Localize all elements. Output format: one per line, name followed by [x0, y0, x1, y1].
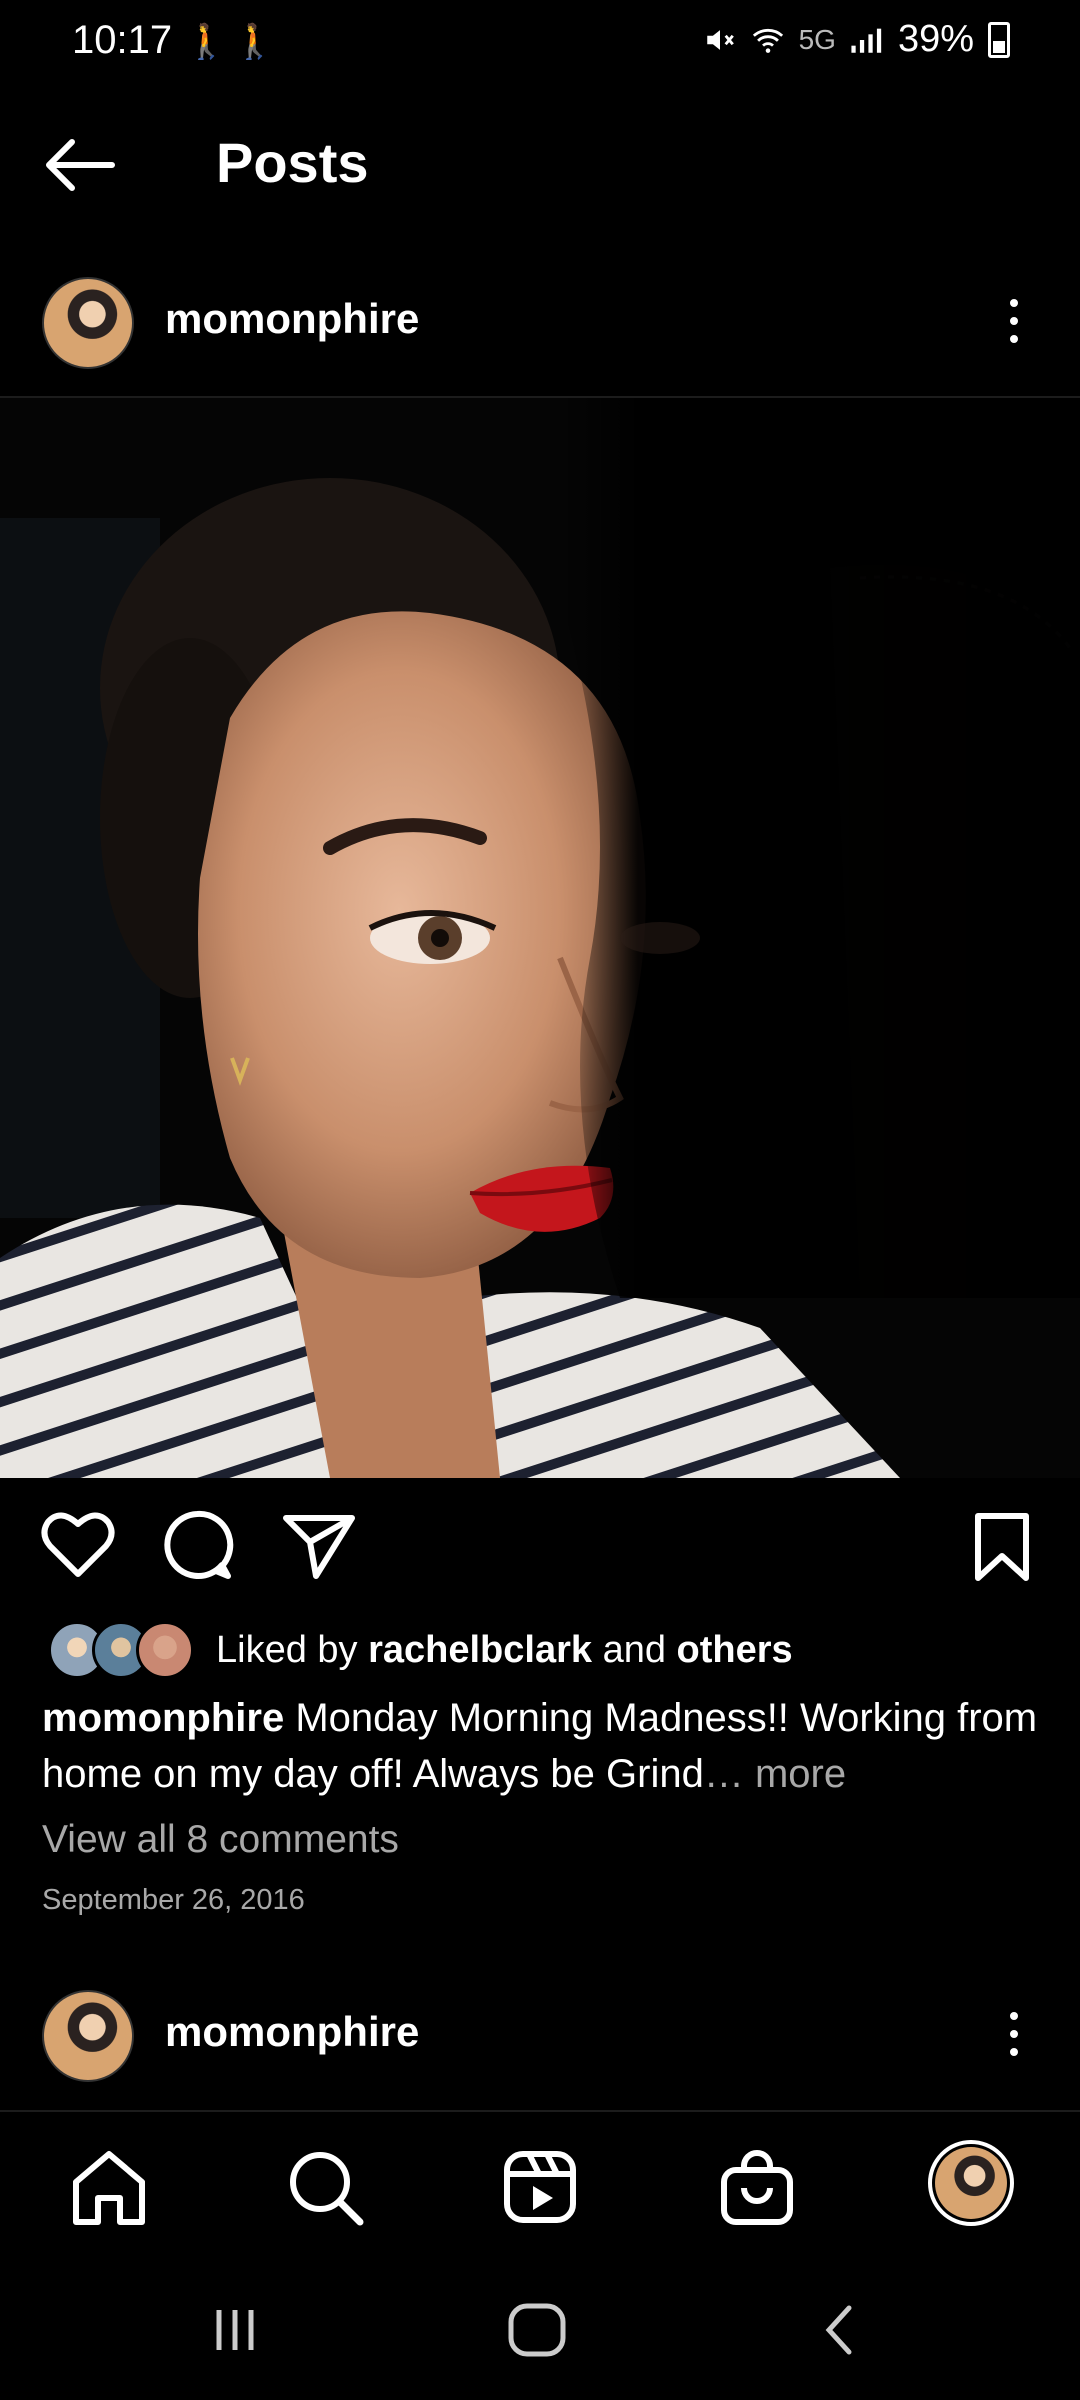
profile-avatar [935, 2147, 1007, 2219]
liked-by-row[interactable]: Liked by rachelbclark and others [48, 1620, 793, 1680]
home-button-icon[interactable] [505, 2300, 569, 2360]
reels-icon [504, 2151, 576, 2223]
more-dot [1010, 2012, 1018, 2020]
signal-icon [851, 28, 882, 53]
more-dot [1010, 2048, 1018, 2056]
mute-icon [706, 29, 734, 50]
paper-plane-icon[interactable] [282, 1512, 356, 1582]
nav-shop[interactable] [712, 2142, 802, 2232]
next-post-author-avatar[interactable] [42, 1990, 134, 2082]
caption-username[interactable]: momonphire [42, 1696, 284, 1740]
more-dot [1010, 2030, 1018, 2038]
view-comments-link[interactable]: View all 8 comments [42, 1818, 399, 1862]
system-back-icon[interactable] [815, 2300, 865, 2360]
home-icon [73, 2151, 145, 2225]
system-navigation [0, 2260, 1080, 2400]
more-dot [1010, 335, 1018, 343]
post-caption: momonphire Monday Morning Madness!! Work… [42, 1690, 1042, 1802]
nav-profile[interactable] [928, 2140, 1018, 2230]
bookmark-icon[interactable] [972, 1512, 1032, 1584]
more-dot [1010, 299, 1018, 307]
battery-percent: 39% [897, 18, 974, 60]
shopping-bag-icon [721, 2150, 793, 2225]
arrow-left-icon [46, 139, 115, 191]
liked-by-and: and [592, 1628, 677, 1671]
status-indicators: 5G 39% [703, 18, 1010, 61]
comment-bubble-icon[interactable] [160, 1508, 234, 1582]
nav-home[interactable] [64, 2142, 154, 2232]
liked-by-text: Liked by rachelbclark and others [216, 1629, 793, 1672]
search-icon [290, 2152, 364, 2226]
bottom-navigation [0, 2110, 1080, 2262]
next-post-author-username[interactable]: momonphire [165, 2008, 419, 2056]
heart-icon[interactable] [40, 1510, 116, 1580]
page-title: Posts [216, 131, 369, 194]
profile-ring [928, 2140, 1014, 2226]
post-date: September 26, 2016 [42, 1884, 305, 1916]
nav-search[interactable] [280, 2142, 370, 2232]
recent-apps-icon[interactable] [205, 2300, 265, 2360]
post-header: momonphire [0, 265, 1080, 395]
portrait-image [0, 398, 1080, 1478]
caption-more-link[interactable]: … more [704, 1752, 846, 1796]
next-post-options-button[interactable] [994, 2004, 1034, 2064]
post-author-username[interactable]: momonphire [165, 295, 419, 343]
liked-by-user-link[interactable]: rachelbclark [368, 1629, 592, 1671]
status-time: 10:17 [72, 18, 173, 62]
post-photo[interactable] [0, 398, 1080, 1478]
back-button[interactable] [40, 130, 130, 200]
walking-icons: 🚶🚶 [185, 23, 282, 61]
liked-by-others-link[interactable]: others [677, 1629, 793, 1671]
network-type: 5G [798, 23, 836, 55]
more-dot [1010, 317, 1018, 325]
post-options-button[interactable] [994, 291, 1034, 351]
post-author-avatar[interactable] [42, 277, 134, 369]
liker-avatar [136, 1621, 194, 1679]
liked-by-prefix: Liked by [216, 1628, 369, 1671]
status-bar: 10:17 🚶🚶 5G 39% [0, 0, 1080, 90]
top-header: Posts [0, 100, 1080, 220]
nav-reels[interactable] [495, 2142, 585, 2232]
battery-icon [988, 21, 1010, 58]
wifi-icon [752, 28, 783, 53]
